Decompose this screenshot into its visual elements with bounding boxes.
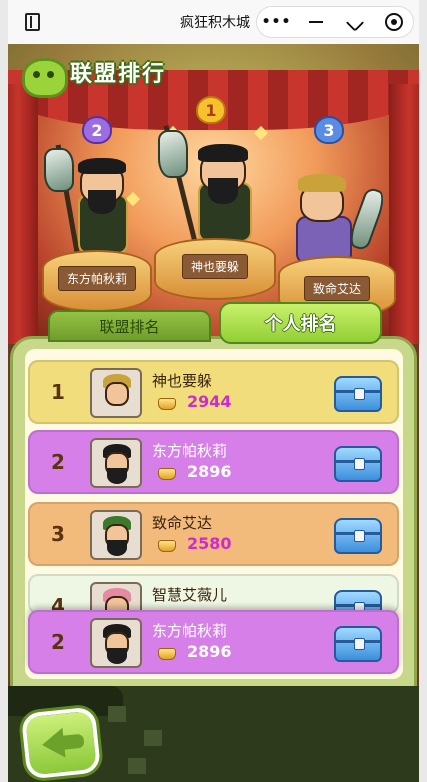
gold-icon (158, 540, 176, 552)
mini-program-frame: 疯狂积木城 ••• 联盟排行 2 1 3 东方帕秋莉 神也要躲 致命艾达 联盟排… (8, 0, 419, 782)
row-rank: 2 (51, 450, 65, 474)
ranking-row[interactable]: 3 致命艾达 2580 (28, 502, 399, 566)
rank-medal-3: 3 (314, 116, 344, 144)
restore-icon (344, 12, 365, 32)
row-rank: 1 (51, 380, 65, 404)
chest-icon[interactable] (334, 626, 382, 662)
minimize-icon (308, 21, 323, 23)
back-arrow-tail (61, 733, 85, 750)
mascot-logo (16, 50, 70, 98)
player-name: 神也要躲 (152, 372, 213, 390)
player-score: 2896 (187, 642, 232, 661)
player-name: 东方帕秋莉 (152, 442, 228, 460)
more-button[interactable]: ••• (257, 7, 296, 37)
row-rank: 2 (51, 630, 65, 654)
podium-name: 致命艾达 (303, 276, 371, 301)
chest-icon[interactable] (334, 518, 382, 554)
pixel-decoration (144, 730, 162, 746)
page-title: 联盟排行 (70, 62, 167, 87)
gold-icon (158, 398, 176, 410)
player-score: 2944 (187, 392, 232, 411)
avatar (90, 438, 142, 488)
podium-name: 神也要躲 (181, 254, 249, 279)
pixel-decoration (108, 706, 126, 722)
player-name: 东方帕秋莉 (152, 622, 228, 640)
ranking-row[interactable]: 2 东方帕秋莉 2896 (28, 430, 399, 494)
self-ranking-row[interactable]: 2 东方帕秋莉 2896 (28, 610, 399, 674)
player-score: 2896 (187, 462, 232, 481)
rank-medal-1: 1 (196, 96, 226, 124)
ranking-row[interactable]: 4 智慧艾薇儿 (28, 574, 399, 614)
close-button[interactable] (374, 7, 413, 37)
close-target-icon (384, 13, 403, 31)
restore-button[interactable] (335, 7, 374, 37)
podium-name: 东方帕秋莉 (57, 266, 137, 291)
avatar (90, 368, 142, 418)
avatar (90, 510, 142, 560)
gold-icon (158, 648, 176, 660)
capsule-menu: ••• (256, 6, 414, 38)
back-button[interactable] (20, 706, 102, 780)
avatar (90, 618, 142, 668)
player-name: 致命艾达 (152, 514, 213, 532)
mini-program-topbar: 疯狂积木城 ••• (8, 0, 419, 44)
more-icon: ••• (261, 14, 292, 30)
player-name: 智慧艾薇儿 (152, 586, 228, 604)
podium-first: 神也要躲 (154, 238, 276, 300)
row-rank: 3 (51, 522, 65, 546)
app-title: 疯狂积木城 (180, 15, 250, 31)
chest-icon[interactable] (334, 446, 382, 482)
pixel-decoration (128, 758, 146, 774)
sidebar-icon[interactable] (25, 13, 40, 31)
tab-alliance-ranking[interactable]: 联盟排名 (48, 310, 211, 342)
rank-medal-2: 2 (82, 116, 112, 144)
chest-icon[interactable] (334, 376, 382, 412)
minimize-button[interactable] (296, 7, 335, 37)
gold-icon (158, 468, 176, 480)
player-score: 2580 (187, 534, 232, 553)
curtain-left (8, 84, 38, 344)
game-area: 联盟排行 2 1 3 东方帕秋莉 神也要躲 致命艾达 联盟排名 个人排名 1 神… (8, 44, 419, 782)
ranking-row[interactable]: 1 神也要躲 2944 (28, 360, 399, 424)
podium-second: 东方帕秋莉 (42, 250, 152, 312)
tab-personal-ranking[interactable]: 个人排名 (219, 302, 382, 344)
